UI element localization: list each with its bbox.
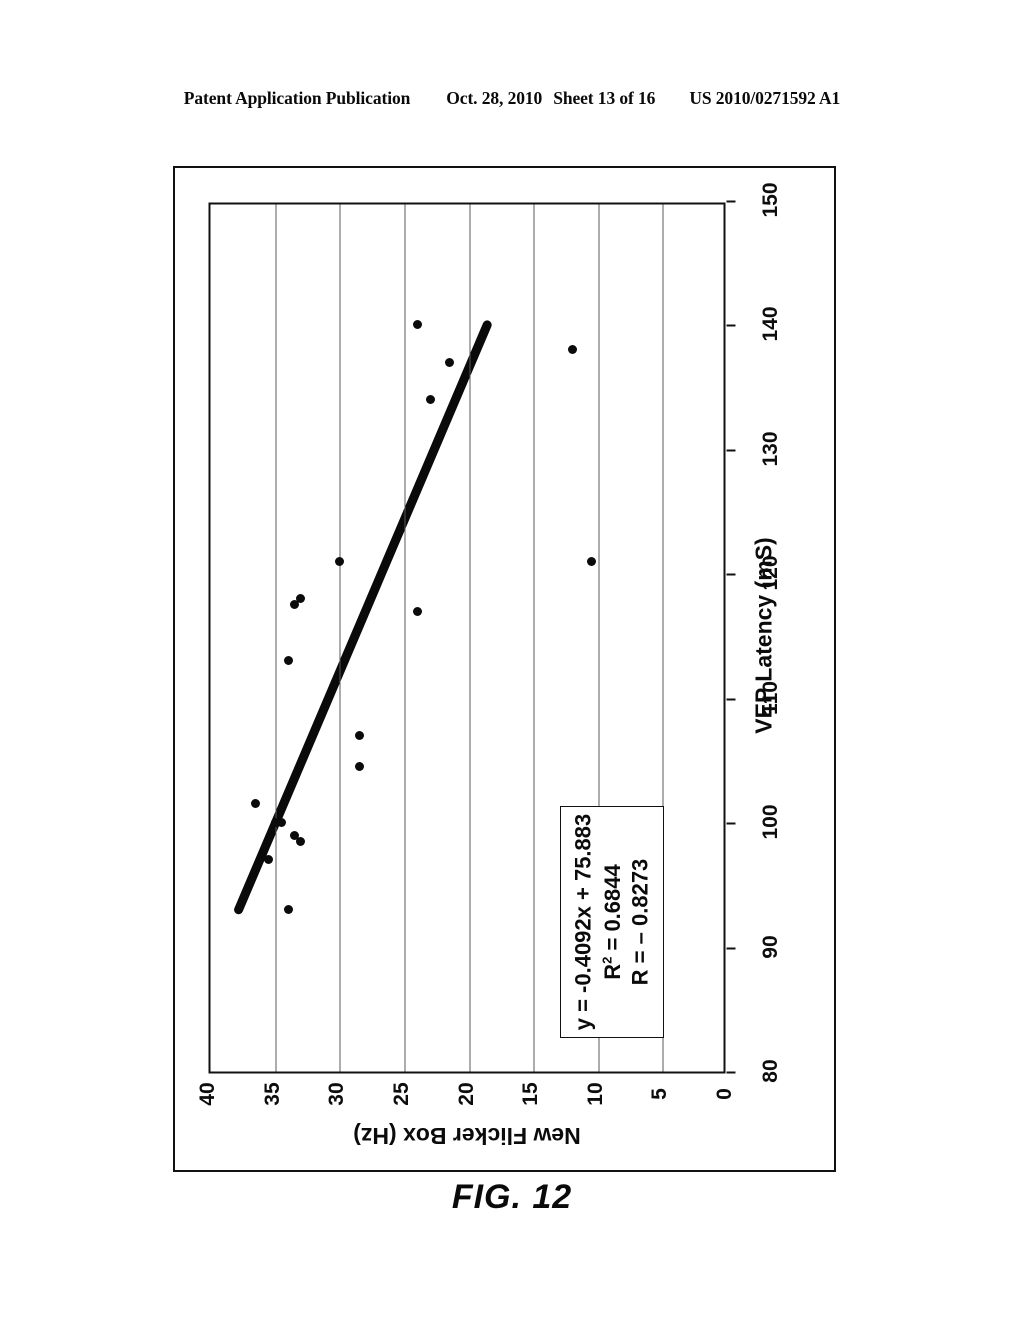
y-axis-title: New Flicker Box (Hz): [352, 1123, 581, 1149]
tick-label-hz-25: 25: [389, 1082, 413, 1106]
header-sheet-number: Sheet 13 of 16: [553, 88, 656, 108]
tick-label-vep-90: 90: [759, 934, 782, 959]
data-point: [586, 556, 596, 566]
data-point: [283, 904, 293, 914]
tickmark-vep-90: [726, 946, 735, 949]
gridline-hz-35: [274, 204, 276, 1071]
tick-label-hz-40: 40: [196, 1082, 219, 1106]
data-point: [412, 606, 422, 616]
tick-label-hz-15: 15: [519, 1082, 543, 1106]
page-header: Patent Application Publication Oct. 28, …: [0, 88, 1024, 109]
data-point: [425, 394, 435, 404]
r-squared-value: R2 = 0.6844: [599, 864, 625, 980]
gridline-hz-15: [533, 204, 535, 1071]
figure-caption: FIG. 12: [451, 1178, 573, 1216]
x-axis-title: VEP Latency (mS): [750, 536, 777, 734]
tick-label-vep-100: 100: [759, 804, 782, 840]
data-point: [295, 593, 305, 603]
tick-label-hz-30: 30: [325, 1082, 349, 1106]
data-point: [412, 319, 422, 329]
data-point: [250, 798, 260, 808]
tick-label-vep-150: 150: [759, 182, 782, 218]
tick-label-hz-5: 5: [648, 1088, 672, 1100]
header-publication-title: Patent Application Publication: [183, 88, 411, 108]
data-point: [263, 854, 273, 864]
data-point: [354, 730, 364, 740]
tick-label-vep-130: 130: [759, 431, 782, 467]
data-point: [444, 357, 454, 367]
header-date: Oct. 28, 2010: [446, 88, 543, 108]
gridline-hz-25: [403, 204, 405, 1071]
data-point: [283, 655, 293, 665]
tickmark-vep-140: [726, 324, 735, 327]
tick-label-hz-10: 10: [583, 1082, 607, 1106]
tickmark-vep-100: [726, 822, 735, 825]
tickmark-vep-120: [726, 573, 735, 576]
data-point: [354, 761, 364, 771]
tick-label-hz-20: 20: [454, 1082, 478, 1106]
tick-label-hz-0: 0: [713, 1088, 736, 1100]
data-point: [334, 556, 344, 566]
data-point: [289, 830, 299, 840]
gridline-hz-20: [468, 204, 470, 1071]
tick-label-hz-35: 35: [260, 1082, 284, 1106]
regression-annotation-box: y = -0.4092x + 75.883 R2 = 0.6844 R = – …: [560, 806, 664, 1038]
data-point: [567, 344, 577, 354]
tick-label-vep-80: 80: [759, 1059, 782, 1083]
correlation-value: R = – 0.8273: [627, 858, 653, 986]
tick-label-vep-140: 140: [759, 306, 782, 342]
header-patent-number: US 2010/0271592 A1: [689, 88, 841, 108]
tickmark-vep-110: [726, 697, 735, 700]
gridline-hz-30: [339, 204, 341, 1071]
tickmark-vep-130: [726, 448, 735, 451]
regression-equation: y = -0.4092x + 75.883: [570, 813, 596, 1031]
tickmark-vep-150: [726, 200, 735, 202]
data-point: [270, 817, 280, 827]
